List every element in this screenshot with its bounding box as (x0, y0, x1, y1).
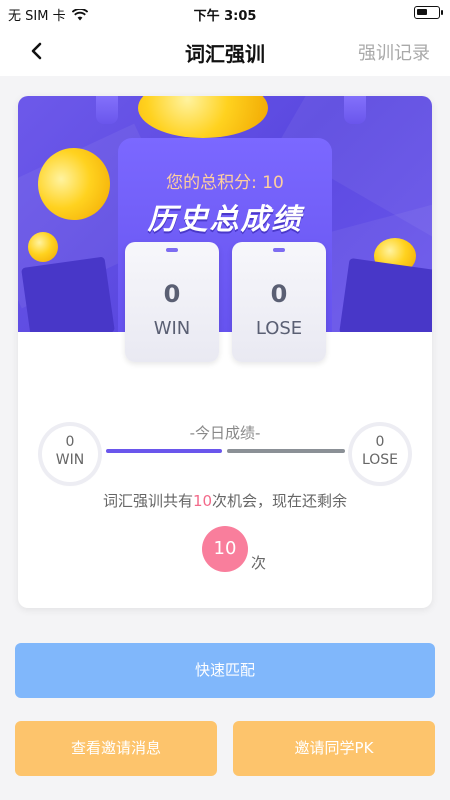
chances-text: 词汇强训共有10次机会，现在还剩余 (18, 490, 432, 511)
training-records-link[interactable]: 强训记录 (358, 39, 430, 65)
lose-progress-bar (227, 449, 345, 453)
today-win-circle: 0 WIN (42, 426, 98, 482)
chances-suffix: 次机会，现在还剩余 (212, 492, 348, 510)
chances-total: 10 (192, 492, 213, 510)
battery-icon (414, 6, 443, 19)
today-lose-label: LOSE (361, 452, 399, 468)
history-win-label: WIN (153, 318, 191, 339)
status-bar: 无 SIM 卡 下午 3:05 (0, 0, 450, 26)
decorative-box-left (21, 256, 115, 332)
remaining-unit: 次 (251, 554, 267, 572)
total-score-label: 您的总积分: 10 (166, 173, 284, 193)
banner-tab-handle (344, 96, 366, 124)
battery-level (417, 9, 427, 15)
history-win-box: 0 WIN (125, 242, 219, 362)
today-lose-value: 0 (375, 434, 385, 450)
today-win-label: WIN (55, 452, 85, 468)
score-card: 您的总积分: 10 历史总成绩 0 WIN 0 LOSE -今日成绩- 0 WI… (18, 96, 432, 608)
today-win-value: 0 (65, 434, 75, 450)
history-lose-label: LOSE (255, 318, 303, 339)
banner-tab-handle (96, 96, 118, 124)
invite-classmate-pk-button[interactable]: 邀请同学PK (233, 721, 435, 776)
nav-bar: 词汇强训 强训记录 (0, 26, 450, 76)
decorative-box-right (339, 257, 432, 332)
history-title: 历史总成绩 (147, 202, 303, 236)
status-time: 下午 3:05 (193, 9, 257, 24)
gold-coin-decoration (28, 232, 58, 262)
today-lose-circle: 0 LOSE (352, 426, 408, 482)
history-lose-value: 0 (270, 280, 288, 308)
score-banner: 您的总积分: 10 历史总成绩 (18, 96, 432, 332)
history-win-value: 0 (163, 280, 181, 308)
history-lose-box: 0 LOSE (232, 242, 326, 362)
win-progress-bar (106, 449, 222, 453)
remaining-chances-badge: 10 (202, 526, 248, 572)
quick-match-button[interactable]: 快速匹配 (15, 643, 435, 698)
view-invites-button[interactable]: 查看邀请消息 (15, 721, 217, 776)
gold-coin-decoration (138, 96, 268, 138)
chances-prefix: 词汇强训共有 (102, 492, 193, 510)
